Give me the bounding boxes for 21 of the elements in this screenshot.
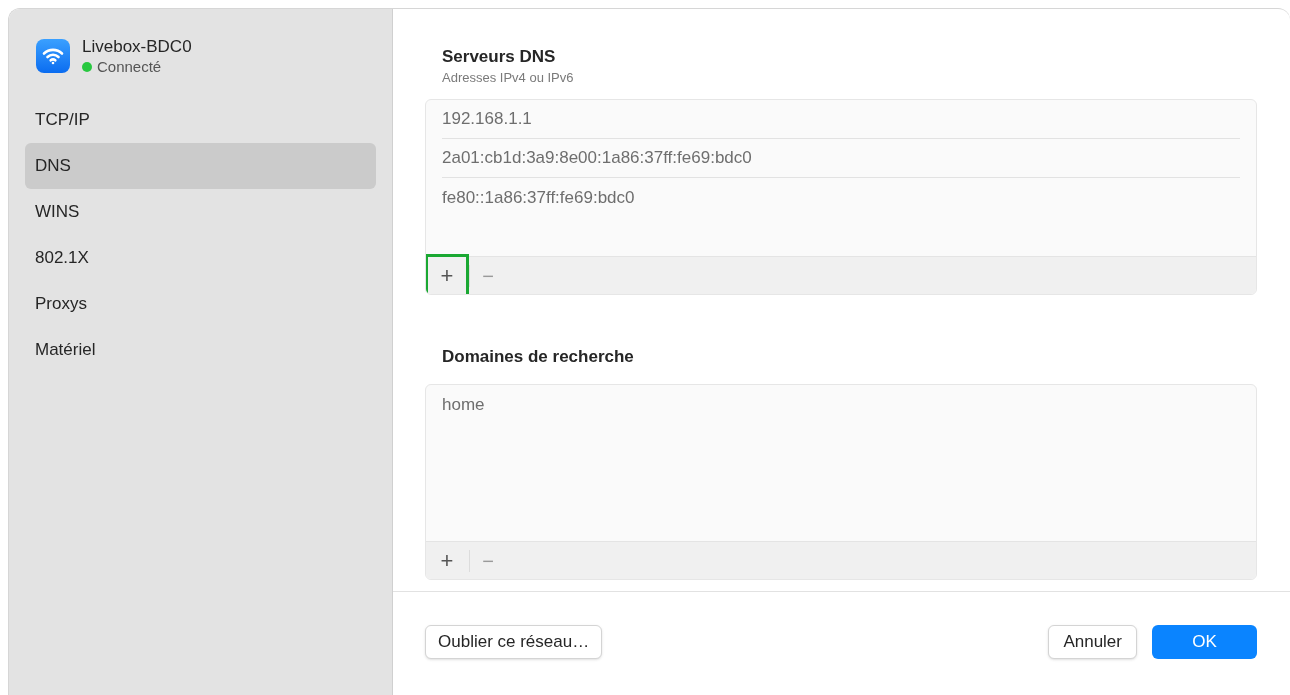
list-entry[interactable]: home — [442, 391, 485, 418]
add-button[interactable]: + — [426, 538, 469, 579]
list-entry[interactable]: 2a01:cb1d:3a9:8e00:1a86:37ff:fe69:bdc0 — [442, 145, 752, 171]
forget-network-button[interactable]: Oublier ce réseau… — [425, 625, 603, 659]
sidebar-item[interactable]: TCP/IP — [25, 97, 376, 143]
section-subtitle: Adresses IPv4 ou IPv6 — [442, 70, 575, 86]
ok-button[interactable]: OK — [1152, 625, 1257, 659]
list-entry[interactable]: fe80::1a86:37ff:fe69:bdc0 — [442, 184, 635, 211]
network-name: Livebox-BDC0 — [82, 37, 192, 57]
wifi-icon — [36, 39, 70, 73]
sidebar-item[interactable]: DNS — [25, 143, 376, 189]
sidebar-item[interactable]: Proxys — [25, 281, 376, 327]
sidebar-item[interactable]: 802.1X — [25, 235, 376, 281]
section-title: Domaines de recherche — [442, 347, 635, 367]
list-entry[interactable]: 192.168.1.1 — [442, 106, 532, 132]
add-button[interactable]: + — [426, 253, 469, 294]
section-title: Serveurs DNS — [442, 47, 557, 67]
sidebar-item[interactable]: Matériel — [25, 327, 376, 373]
cancel-button[interactable]: Annuler — [1048, 625, 1137, 659]
sidebar-item[interactable]: WINS — [25, 189, 376, 235]
status-label: Connecté — [97, 59, 162, 75]
